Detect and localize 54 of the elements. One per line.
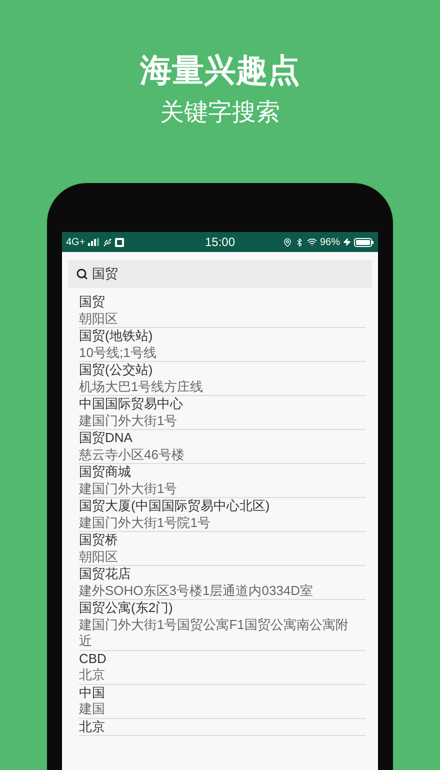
result-item[interactable]: 国贸桥 朝阳区: [79, 532, 366, 566]
result-address: 朝阳区: [79, 548, 119, 565]
headline-subtitle: 关键字搜索: [160, 97, 280, 128]
result-name: CBD: [79, 650, 108, 667]
status-time: 15:00: [204, 234, 236, 251]
result-address: 建国门外大街1号院1号: [79, 514, 212, 531]
result-name: 国贸公寓(东2门): [79, 600, 174, 616]
result-address: 建国门外大街1号: [79, 412, 178, 429]
result-name: 国贸DNA: [79, 430, 134, 446]
result-address: 10号线;1号线: [79, 344, 158, 361]
result-item[interactable]: 国贸花店 建外SOHO东区3号楼1层通道内0334D室: [79, 566, 366, 600]
battery-icon: [354, 238, 374, 246]
result-item[interactable]: 国贸大厦(中国国际贸易中心北区) 建国门外大街1号院1号: [79, 498, 366, 532]
search-field[interactable]: 国贸: [68, 260, 372, 288]
result-address: 机场大巴1号线方庄线: [79, 378, 204, 395]
search-input[interactable]: 国贸: [92, 264, 364, 284]
result-item[interactable]: 国贸(地铁站) 10号线;1号线: [79, 328, 366, 362]
result-name: 国贸桥: [79, 532, 119, 548]
result-name: 国贸商城: [79, 464, 132, 480]
bluetooth-icon: [294, 238, 304, 246]
result-item[interactable]: 国贸 朝阳区: [79, 294, 366, 328]
result-item[interactable]: 国贸公寓(东2门) 建国门外大街1号国贸公寓F1国贸公寓南公寓附近: [79, 600, 366, 650]
network-label: 4G+: [66, 236, 86, 250]
location-icon: [282, 238, 292, 246]
result-item[interactable]: 国贸DNA 慈云寺小区46号楼: [79, 430, 366, 464]
result-name: 国贸大厦(中国国际贸易中心北区): [79, 498, 271, 514]
result-item[interactable]: 国贸商城 建国门外大街1号: [79, 464, 366, 498]
result-name: 国贸(地铁站): [79, 328, 154, 344]
result-address: 慈云寺小区46号楼: [79, 446, 186, 463]
result-address: 北京: [79, 667, 106, 684]
result-name: 中国: [79, 684, 106, 701]
result-item[interactable]: 国贸(公交站) 机场大巴1号线方庄线: [79, 362, 366, 396]
result-item[interactable]: 中国 建国: [79, 684, 366, 718]
result-name: 国贸: [79, 294, 106, 310]
headline-title: 海量兴趣点: [140, 50, 300, 90]
signal-icon: [88, 238, 100, 246]
result-name: 国贸花店: [79, 566, 132, 582]
usb-icon: [103, 238, 112, 246]
result-address: 建外SOHO东区3号楼1层通道内0334D室: [79, 582, 314, 599]
charging-icon: [343, 238, 351, 246]
result-address: 建国门外大街1号: [79, 480, 178, 497]
result-item[interactable]: 中国国际贸易中心 建国门外大街1号: [79, 396, 366, 430]
result-name: 中国国际贸易中心: [79, 396, 184, 412]
result-name: 国贸(公交站): [79, 362, 154, 378]
result-name: 北京: [79, 718, 106, 735]
result-address: 建国门外大街1号国贸公寓F1国贸公寓南公寓附近: [79, 616, 350, 650]
result-item[interactable]: CBD 北京: [79, 650, 366, 684]
result-address: 建国: [79, 701, 106, 718]
result-address: 朝阳区: [79, 310, 119, 327]
wifi-icon: [306, 237, 317, 247]
battery-percent: 96%: [320, 236, 340, 250]
app-icon: [115, 238, 124, 246]
search-icon: [76, 268, 88, 280]
result-item[interactable]: 北京: [79, 718, 366, 736]
